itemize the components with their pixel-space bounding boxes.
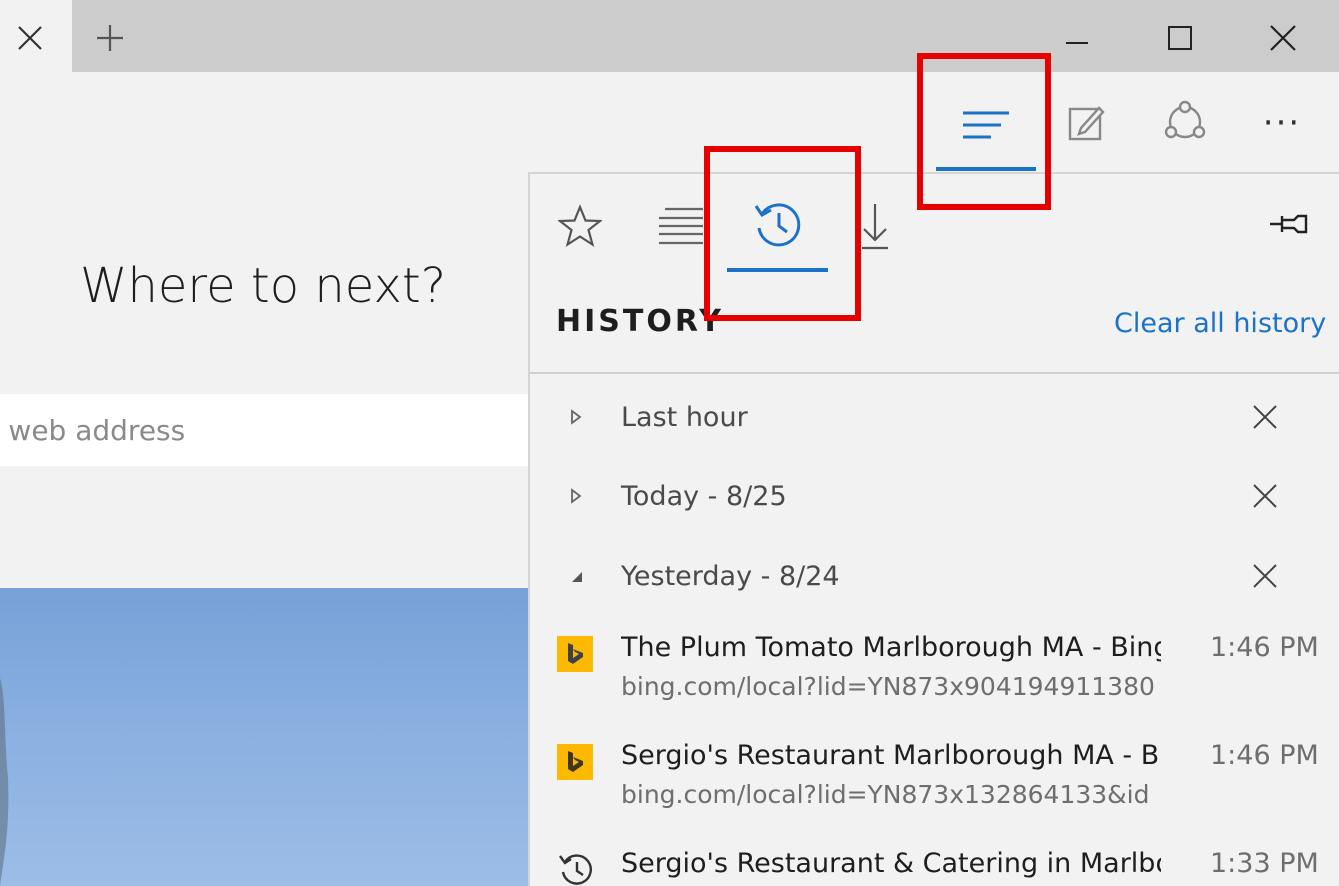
entry-url: bing.com/local?lid=YN873x132864133&id [621,780,1161,809]
more-button[interactable]: ··· [1252,95,1312,151]
tab-reading-list[interactable] [648,196,712,256]
history-entry[interactable]: Sergio's Restaurant Marlborough MA - Bin… [530,740,1339,840]
highlight-box-hub [917,53,1051,210]
clear-all-history-link[interactable]: Clear all history [1114,308,1326,339]
close-icon [1252,404,1278,430]
hub-divider [530,372,1339,374]
download-icon [858,202,892,250]
tab-favorites[interactable] [548,196,612,256]
tree-silhouette [0,588,40,886]
share-icon [1161,100,1209,146]
entry-time: 1:46 PM [1210,740,1319,771]
history-group-last-hour[interactable]: Last hour [530,385,1339,449]
expand-arrow-icon [568,488,584,504]
title-bar [0,0,1339,72]
pen-note-icon [1067,104,1105,142]
pin-pane-button[interactable] [1264,202,1314,246]
delete-group-button[interactable] [1248,400,1282,434]
collapse-arrow-icon [568,568,584,584]
history-group-yesterday[interactable]: Yesterday - 8/24 [530,544,1339,608]
expand-arrow-icon [568,409,584,425]
star-icon [558,204,602,248]
background-image [0,588,528,886]
maximize-icon [1167,25,1193,51]
group-label: Last hour [621,402,748,433]
minimize-button[interactable] [1052,18,1102,58]
address-search-box[interactable] [0,394,528,466]
entry-time: 1:46 PM [1210,632,1319,663]
entry-url: bing.com/local?lid=YN873x904194911380 [621,672,1161,701]
search-input[interactable] [0,394,528,466]
share-button[interactable] [1155,95,1215,151]
maximize-button[interactable] [1155,16,1205,60]
history-group-today[interactable]: Today - 8/25 [530,464,1339,528]
tab-close-button[interactable] [8,18,52,58]
group-label: Today - 8/25 [621,481,787,512]
toolbar [0,72,1339,172]
bing-icon [557,636,593,672]
close-icon [1269,24,1297,52]
entry-time: 1:33 PM [1210,848,1319,879]
web-note-button[interactable] [1058,95,1114,151]
delete-group-button[interactable] [1248,479,1282,513]
hub-title: HISTORY [556,304,724,339]
entry-title: Sergio's Restaurant & Catering in Marlbo… [621,848,1161,879]
group-label: Yesterday - 8/24 [621,561,840,592]
new-tab-button[interactable] [88,16,132,60]
bing-icon [557,744,593,780]
history-icon [557,850,593,886]
reading-list-icon [655,204,705,248]
minimize-icon [1064,25,1090,51]
close-icon [17,25,43,51]
more-icon: ··· [1263,103,1301,143]
entry-title: Sergio's Restaurant Marlborough MA - Bin… [621,740,1161,771]
highlight-box-history-tab [704,146,861,321]
window-close-button[interactable] [1258,16,1308,60]
delete-group-button[interactable] [1248,559,1282,593]
close-icon [1252,483,1278,509]
page-headline: Where to next? [80,258,446,314]
pin-icon [1268,209,1310,239]
entry-title: The Plum Tomato Marlborough MA - Bing [621,632,1161,663]
plus-icon [95,23,125,53]
history-entry[interactable]: The Plum Tomato Marlborough MA - Bing bi… [530,632,1339,732]
history-entry[interactable]: Sergio's Restaurant & Catering in Marlbo… [530,848,1339,886]
close-icon [1252,563,1278,589]
